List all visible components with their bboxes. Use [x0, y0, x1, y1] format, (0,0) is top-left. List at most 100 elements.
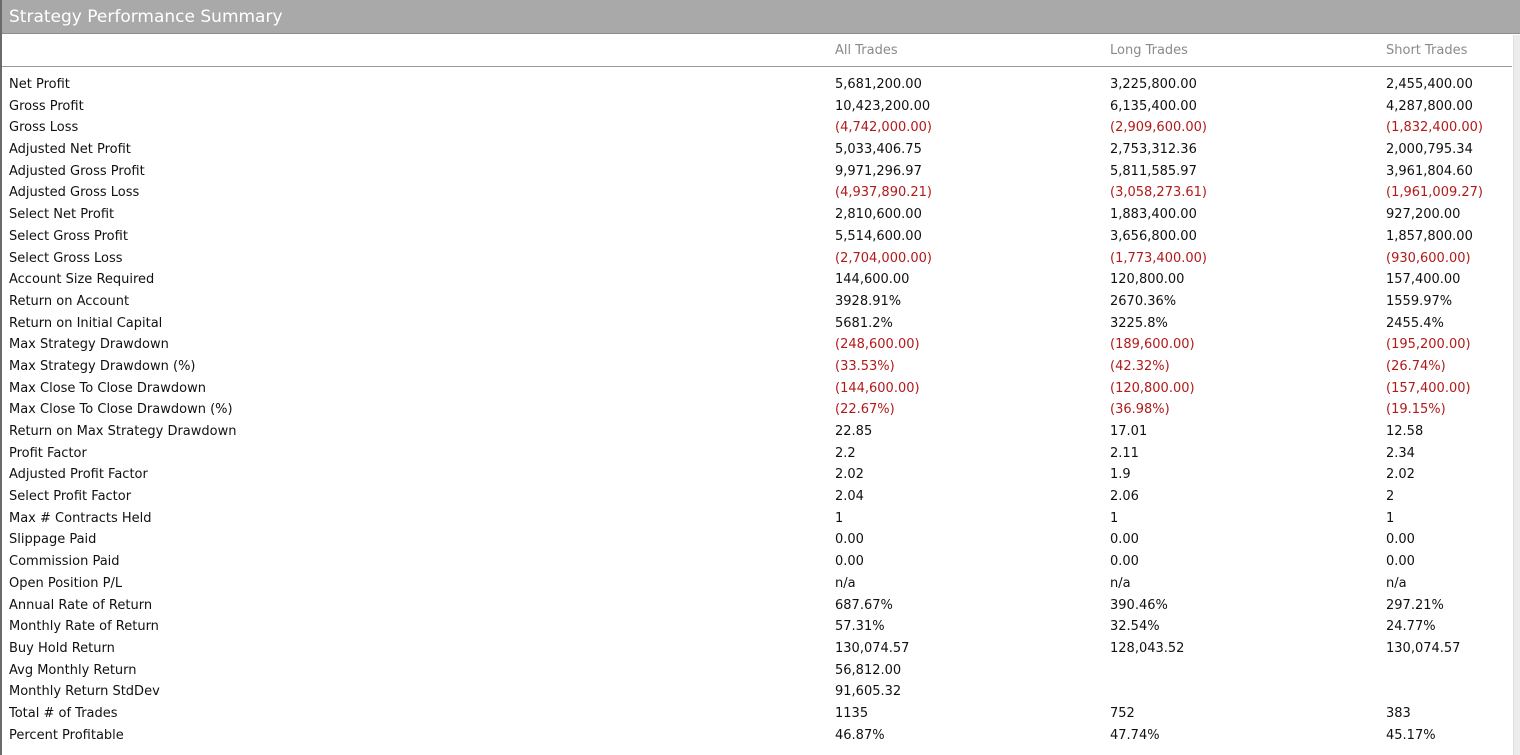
short-trades-value: (157,400.00)	[1386, 380, 1471, 396]
table-row[interactable]: Max Close To Close Drawdown (144,600.00) (…	[2, 378, 1520, 400]
metric-label: Percent Profitable	[9, 727, 124, 743]
table-row[interactable]: Slippage Paid 0.00 0.00 0.00	[2, 529, 1520, 551]
table-row[interactable]: Profit Factor 2.2 2.11 2.34	[2, 443, 1520, 465]
all-trades-value: 5,514,600.00	[835, 228, 922, 244]
metric-label: Return on Max Strategy Drawdown	[9, 424, 237, 439]
short-trades-value: 2,000,795.34	[1386, 142, 1473, 158]
table-row[interactable]: Select Profit Factor 2.04 2.06 2	[2, 486, 1520, 508]
column-header-long-trades[interactable]: Long Trades	[1110, 43, 1188, 58]
all-trades-value: 91,605.32	[835, 684, 902, 700]
table-row[interactable]: Max # Contracts Held 1 1 1	[2, 508, 1520, 530]
long-trades-value: 1	[1110, 510, 1119, 526]
table-row[interactable]: Annual Rate of Return 687.67% 390.46% 297.2…	[2, 595, 1520, 617]
table-row[interactable]: Max Close To Close Drawdown (%) (22.67%) (…	[2, 399, 1520, 421]
column-header-all-trades[interactable]: All Trades	[835, 43, 898, 58]
short-trades-value: (195,200.00)	[1386, 337, 1471, 353]
all-trades-value: 3928.91%	[835, 293, 902, 309]
long-trades-value: 3,225,800.00	[1110, 77, 1197, 92]
table-row[interactable]: Open Position P/L n/a n/a n/a	[2, 573, 1520, 595]
table-row[interactable]: Adjusted Net Profit 5,033,406.75 2,753,312…	[2, 139, 1520, 161]
column-header-short-trades[interactable]: Short Trades	[1386, 43, 1467, 58]
metric-label: Max Strategy Drawdown	[9, 337, 169, 353]
metric-label: Open Position P/L	[9, 575, 123, 591]
table-row[interactable]: Gross Profit 10,423,200.00 6,135,400.00 4,2…	[2, 96, 1520, 118]
metric-label: Max Close To Close Drawdown (%)	[9, 402, 233, 418]
table-row[interactable]: Buy Hold Return 130,074.57 128,043.52 130,0…	[2, 638, 1520, 660]
all-trades-value: 46.87%	[835, 727, 885, 743]
metric-label: Return on Initial Capital	[9, 315, 163, 331]
table-row[interactable]: Select Gross Profit 5,514,600.00 3,656,800…	[2, 226, 1520, 248]
all-trades-value: (4,742,000.00)	[835, 120, 932, 136]
long-trades-value: (189,600.00)	[1110, 337, 1195, 353]
metric-label: Adjusted Gross Loss	[9, 185, 140, 201]
long-trades-value: 390.46%	[1110, 597, 1168, 613]
long-trades-value: 6,135,400.00	[1110, 98, 1197, 114]
metric-label: Account Size Required	[9, 272, 155, 288]
short-trades-value: 3,961,804.60	[1386, 163, 1473, 179]
metric-label: Net Profit	[9, 77, 70, 92]
table-row[interactable]: Return on Max Strategy Drawdown 22.85 17.0…	[2, 421, 1520, 443]
all-trades-value: (144,600.00)	[835, 380, 920, 396]
all-trades-value: 56,812.00	[835, 662, 902, 678]
table-row[interactable]: Adjusted Profit Factor 2.02 1.9 2.02	[2, 464, 1520, 486]
long-trades-value: 0.00	[1110, 532, 1139, 548]
short-trades-value: n/a	[1386, 575, 1407, 591]
table-row[interactable]: Adjusted Gross Loss (4,937,890.21) (3,058,…	[2, 182, 1520, 204]
short-trades-value: (26.74%)	[1386, 358, 1446, 374]
metric-label: Commission Paid	[9, 554, 120, 570]
table-row[interactable]: Account Size Required 144,600.00 120,800.0…	[2, 269, 1520, 291]
table-row[interactable]: Commission Paid 0.00 0.00 0.00	[2, 551, 1520, 573]
long-trades-value: n/a	[1110, 575, 1131, 591]
table-row[interactable]: Monthly Rate of Return 57.31% 32.54% 24.77%	[2, 616, 1520, 638]
short-trades-value: (1,961,009.27)	[1386, 185, 1483, 201]
metric-label: Monthly Return StdDev	[9, 684, 160, 700]
table-row[interactable]: Total # of Trades 1135 752 383	[2, 703, 1520, 725]
all-trades-value: n/a	[835, 575, 856, 591]
short-trades-value: 2.34	[1386, 445, 1415, 461]
all-trades-value: 687.67%	[835, 597, 893, 613]
short-trades-value: 12.58	[1386, 424, 1424, 439]
table-row[interactable]: Select Gross Loss (2,704,000.00) (1,773,40…	[2, 248, 1520, 270]
all-trades-value: 0.00	[835, 554, 864, 570]
short-trades-value: (930,600.00)	[1386, 250, 1471, 266]
short-trades-value: 130,074.57	[1386, 640, 1461, 656]
table-row[interactable]: Max Strategy Drawdown (248,600.00) (189,60…	[2, 334, 1520, 356]
table-row[interactable]: Adjusted Gross Profit 9,971,296.97 5,811,5…	[2, 161, 1520, 183]
short-trades-value: 927,200.00	[1386, 207, 1461, 223]
all-trades-value: 9,971,296.97	[835, 163, 922, 179]
table-row[interactable]: Gross Loss (4,742,000.00) (2,909,600.00) (1…	[2, 117, 1520, 139]
short-trades-value: 1559.97%	[1386, 293, 1453, 309]
metric-label: Max # Contracts Held	[9, 510, 152, 526]
long-trades-value: (2,909,600.00)	[1110, 120, 1207, 136]
all-trades-value: 2.2	[835, 445, 856, 461]
metric-label: Adjusted Profit Factor	[9, 467, 148, 483]
all-trades-value: (4,937,890.21)	[835, 185, 932, 201]
metric-label: Profit Factor	[9, 445, 87, 461]
all-trades-value: 1135	[835, 705, 869, 721]
metric-label: Max Close To Close Drawdown	[9, 380, 206, 396]
table-row[interactable]: Net Profit 5,681,200.00 3,225,800.00 2,455,…	[2, 74, 1520, 96]
table-row[interactable]: Monthly Return StdDev 91,605.32	[2, 681, 1520, 703]
table-row[interactable]: Return on Account 3928.91% 2670.36% 1559.97…	[2, 291, 1520, 313]
short-trades-value: 297.21%	[1386, 597, 1444, 613]
vertical-scrollbar[interactable]	[1513, 35, 1520, 755]
metric-label: Buy Hold Return	[9, 640, 115, 656]
metric-label: Select Profit Factor	[9, 489, 132, 505]
metric-label: Adjusted Gross Profit	[9, 163, 145, 179]
table-row[interactable]: Return on Initial Capital 5681.2% 3225.8% 2…	[2, 313, 1520, 335]
metrics-table: Net Profit 5,681,200.00 3,225,800.00 2,455,…	[2, 74, 1520, 746]
all-trades-value: 5681.2%	[835, 315, 893, 331]
table-row[interactable]: Max Strategy Drawdown (%) (33.53%) (42.32%…	[2, 356, 1520, 378]
table-row[interactable]: Select Net Profit 2,810,600.00 1,883,400.0…	[2, 204, 1520, 226]
all-trades-value: 144,600.00	[835, 272, 910, 288]
short-trades-value: 383	[1386, 705, 1411, 721]
table-row[interactable]: Percent Profitable 46.87% 47.74% 45.17%	[2, 725, 1520, 747]
long-trades-value: 2.11	[1110, 445, 1139, 461]
long-trades-value: 17.01	[1110, 424, 1148, 439]
metric-label: Return on Account	[9, 293, 130, 309]
short-trades-value: 2455.4%	[1386, 315, 1444, 331]
table-row[interactable]: Avg Monthly Return 56,812.00	[2, 660, 1520, 682]
metric-label: Slippage Paid	[9, 532, 97, 548]
metric-label: Select Net Profit	[9, 207, 115, 223]
long-trades-value: 2,753,312.36	[1110, 142, 1197, 158]
